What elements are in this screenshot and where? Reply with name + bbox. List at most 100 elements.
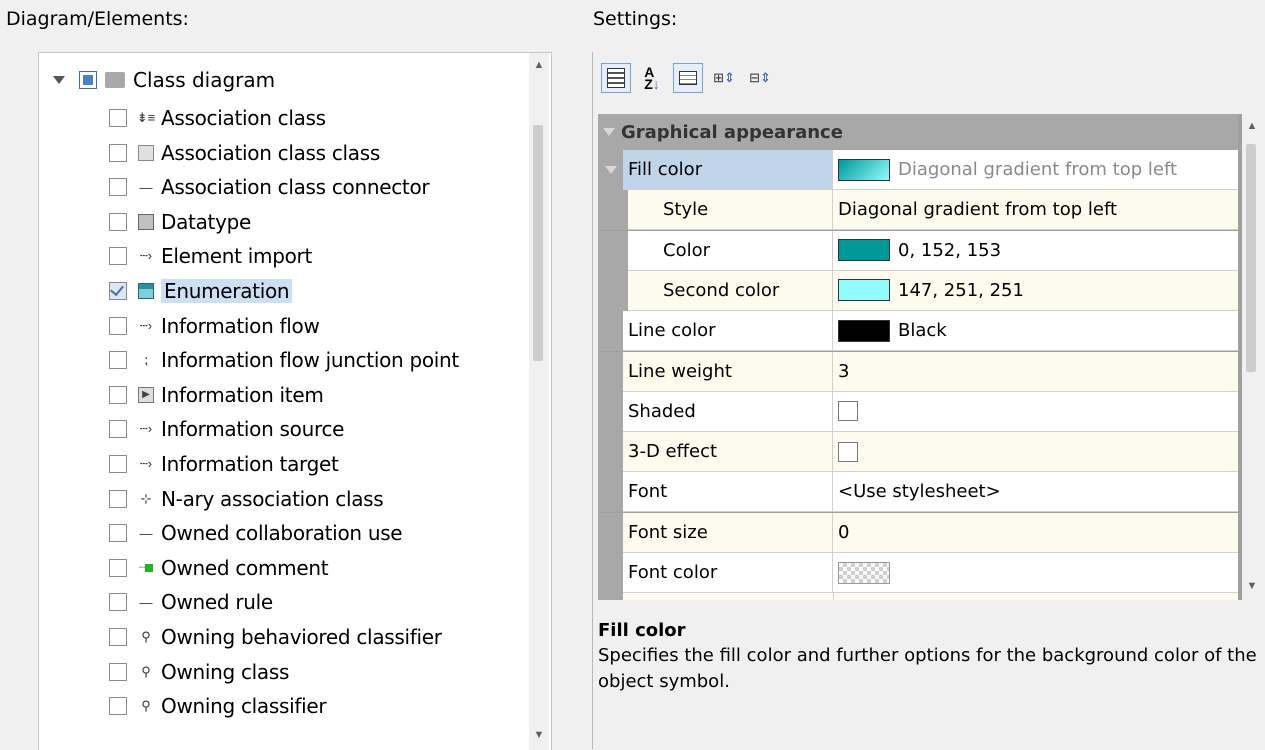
item-checkbox[interactable]	[109, 420, 127, 439]
tree-item[interactable]: ⚲ Owning classifier	[109, 689, 327, 723]
association-class-icon: ⇟≡	[136, 110, 156, 125]
tree-item[interactable]: — Owned rule	[109, 585, 273, 619]
tree-item[interactable]: ⇟≡ Association class	[109, 101, 326, 135]
tree-scrollbar[interactable]: ▲ ▼	[529, 53, 549, 750]
collapse-arrow-icon[interactable]	[53, 76, 65, 84]
property-name: Second color	[628, 270, 833, 311]
tree-item[interactable]: ⊹ N-ary association class	[109, 482, 384, 516]
property-row[interactable]: Color 0, 152, 153	[598, 230, 1238, 271]
property-row[interactable]: 3-D effect	[598, 432, 1238, 473]
root-checkbox[interactable]	[79, 71, 97, 89]
tree-item[interactable]: — Owned collaboration use	[109, 516, 403, 550]
tree-item[interactable]: ┄› Element import	[109, 239, 312, 273]
tree-root-row[interactable]: Class diagram	[53, 63, 275, 97]
tree-item[interactable]: ┄ Owned comment	[109, 551, 329, 585]
property-row[interactable]: Second color 147, 251, 251	[598, 270, 1238, 311]
connector-line-icon: —	[139, 179, 153, 195]
property-scrollbar[interactable]: ▲ ▼	[1242, 114, 1262, 600]
property-value[interactable]: 0, 152, 153	[833, 230, 1238, 271]
item-checkbox[interactable]	[109, 282, 127, 300]
tree-item[interactable]: Datatype	[109, 205, 251, 239]
item-checkbox[interactable]	[109, 247, 127, 266]
property-value[interactable]: Black	[833, 311, 1238, 352]
tree-item-label: Information flow junction point	[161, 348, 459, 373]
property-row[interactable]: Font color	[598, 553, 1238, 593]
property-row[interactable]: Shaded	[598, 391, 1238, 432]
scroll-down-icon[interactable]: ▼	[529, 729, 549, 741]
property-value-text: 0	[838, 521, 850, 543]
expand-arrow-icon[interactable]	[604, 166, 617, 174]
tree-item[interactable]: ⚲ Owning class	[109, 655, 289, 689]
scroll-up-icon[interactable]: ▲	[1242, 120, 1262, 132]
property-row[interactable]: Style Diagonal gradient from top left	[598, 190, 1238, 231]
tree-item[interactable]: ┄› Information flow	[109, 309, 320, 343]
property-value[interactable]	[833, 432, 1238, 473]
tree-item[interactable]: Association class class	[109, 136, 380, 170]
dashed-arrow-icon: ┄›	[139, 317, 153, 333]
property-name: Fill color	[623, 150, 833, 190]
property-row[interactable]: Font <Use stylesheet>	[598, 472, 1238, 513]
alphabetical-sort-button[interactable]: A Z↓	[637, 63, 667, 93]
item-checkbox[interactable]	[109, 455, 127, 473]
nary-association-icon: ⊹	[140, 490, 152, 506]
tree-item[interactable]: ⚲ Owning behaviored classifier	[109, 620, 442, 654]
item-checkbox[interactable]	[109, 489, 127, 508]
property-value[interactable]	[833, 553, 1238, 593]
scroll-down-icon[interactable]: ▼	[1242, 580, 1262, 592]
tree-item[interactable]: — Association class connector	[109, 170, 430, 204]
element-tree[interactable]: Class diagram ⇟≡ Association class Associa…	[38, 52, 552, 750]
property-value[interactable]: Diagonal gradient from top left	[833, 150, 1238, 190]
item-checkbox[interactable]	[109, 593, 127, 612]
comment-link-icon: ┄	[137, 559, 155, 577]
property-value[interactable]: 3	[833, 351, 1238, 392]
item-checkbox[interactable]	[109, 524, 127, 543]
item-checkbox[interactable]	[109, 109, 127, 127]
property-value-text: Black	[898, 320, 947, 342]
item-checkbox[interactable]	[109, 697, 127, 716]
section-collapse-icon[interactable]	[603, 128, 615, 136]
tree-item-label: Information source	[161, 417, 345, 442]
item-checkbox[interactable]	[109, 628, 127, 646]
property-name: Line color	[623, 311, 833, 352]
scroll-thumb[interactable]	[1246, 144, 1256, 372]
property-value[interactable]: 147, 251, 251	[833, 270, 1238, 311]
property-row[interactable]: Line weight 3	[598, 351, 1238, 392]
tree-item[interactable]: ┄› Information source	[109, 412, 344, 446]
item-checkbox[interactable]	[109, 558, 127, 577]
property-value[interactable]: <Use stylesheet>	[833, 472, 1238, 513]
tree-item-label: N-ary association class	[161, 486, 384, 511]
property-row[interactable]: Fill color Diagonal gradient from top lef…	[598, 150, 1238, 190]
collapse-all-button[interactable]: ⊟⇕	[745, 63, 775, 93]
transparent-swatch-icon	[838, 561, 890, 584]
categorized-view-button[interactable]	[601, 63, 631, 93]
scroll-up-icon[interactable]: ▲	[529, 59, 549, 71]
section-header[interactable]: Graphical appearance	[598, 114, 1238, 150]
property-row[interactable]: Font size 0	[598, 512, 1238, 553]
item-checkbox[interactable]	[109, 351, 127, 370]
color-swatch	[838, 279, 890, 302]
item-checkbox[interactable]	[109, 662, 127, 681]
dashed-arrow-icon: ┄›	[139, 248, 153, 264]
property-value[interactable]: Diagonal gradient from top left	[833, 190, 1238, 231]
tree-item[interactable]: ┄› Information target	[109, 447, 339, 481]
dashed-arrow-icon: ┄›	[139, 421, 153, 437]
tree-item[interactable]: ⁏ Information flow junction point	[109, 343, 459, 377]
item-checkbox[interactable]	[109, 143, 127, 162]
property-value-text: 3	[838, 360, 850, 382]
property-row[interactable]: Line color Black	[598, 311, 1238, 352]
folder-icon	[105, 72, 125, 88]
item-checkbox[interactable]	[109, 316, 127, 335]
expand-all-button[interactable]: ⊞⇕	[709, 63, 739, 93]
property-checkbox[interactable]	[838, 401, 858, 422]
item-checkbox[interactable]	[109, 212, 127, 231]
property-value[interactable]	[833, 391, 1238, 432]
property-value[interactable]: 0	[833, 512, 1238, 553]
property-pages-button[interactable]	[673, 63, 703, 93]
property-checkbox[interactable]	[838, 441, 858, 462]
tree-item[interactable]: Enumeration	[109, 274, 293, 308]
item-checkbox[interactable]	[109, 178, 127, 197]
scroll-thumb[interactable]	[533, 125, 543, 361]
tree-item[interactable]: ▶ Information item	[109, 378, 324, 412]
item-checkbox[interactable]	[109, 385, 127, 404]
row-gutter	[598, 391, 623, 432]
